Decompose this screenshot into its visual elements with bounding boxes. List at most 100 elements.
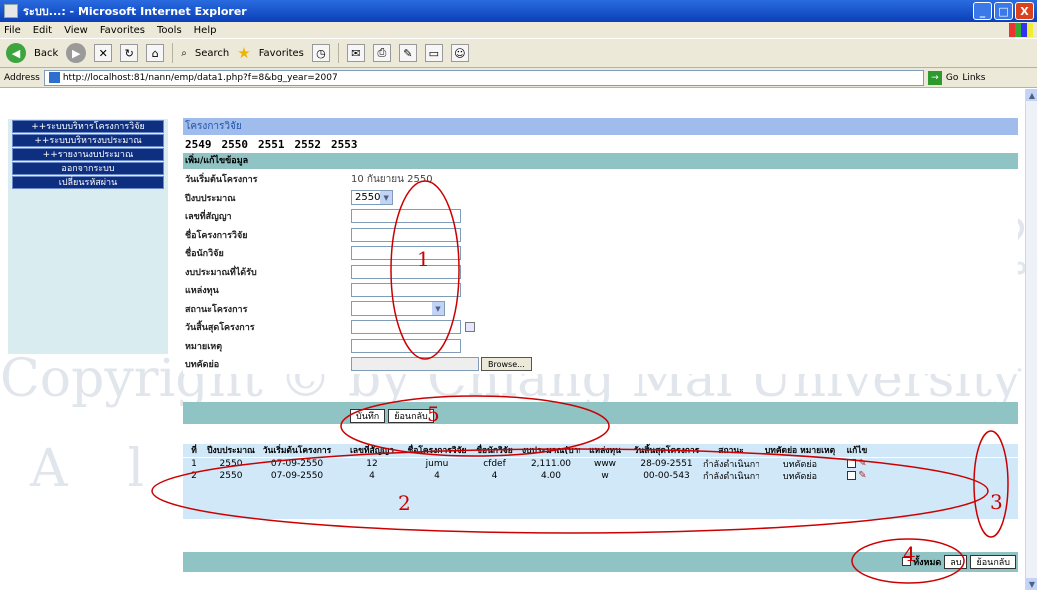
maximize-button[interactable]: □ <box>994 2 1013 20</box>
year-link-2553[interactable]: 2553 <box>331 138 358 151</box>
sidebar: ++ระบบบริหารโครงการวิจัย ++ระบบบริหารงบป… <box>8 119 168 354</box>
annotation-label-1: 1 <box>417 247 430 271</box>
project-form: วันเริ่มต้นโครงการ 10 กันยายน 2550 ปีงบป… <box>183 169 1018 374</box>
abstract-link[interactable]: บทคัดย่อ <box>759 469 841 483</box>
vertical-scrollbar[interactable]: ▲ ▼ <box>1025 89 1037 590</box>
back-label[interactable]: Back <box>34 48 58 59</box>
pencil-icon[interactable]: ✎ <box>858 458 866 469</box>
status-select[interactable]: ▼ <box>351 301 445 317</box>
chevron-down-icon[interactable]: ▼ <box>380 191 392 205</box>
menu-file[interactable]: File <box>4 25 21 36</box>
abstract-label: บทคัดย่อ <box>185 360 220 371</box>
form-row: บทคัดย่อ Browse... <box>183 355 1018 374</box>
contract-no-input[interactable] <box>351 209 461 224</box>
sidebar-item-project-mgmt[interactable]: ++ระบบบริหารโครงการวิจัย <box>12 120 164 133</box>
year-link-2549[interactable]: 2549 <box>185 138 212 151</box>
researcher-input[interactable] <box>351 246 461 261</box>
messenger-icon[interactable]: ☺ <box>450 44 469 62</box>
menu-favorites[interactable]: Favorites <box>100 25 145 36</box>
col-header: วันสิ้นสุดโครงการ <box>633 446 700 456</box>
form-row: เลขที่สัญญา <box>183 207 1018 226</box>
researcher-label: ชื่อนักวิจัย <box>185 249 224 260</box>
table-row: 1 2550 07-09-2550 12 jumu cfdef 2,111.00… <box>183 458 1018 470</box>
go-arrow-icon[interactable]: → <box>927 70 942 85</box>
abstract-file-input[interactable] <box>351 357 479 372</box>
scroll-down-icon[interactable]: ▼ <box>1026 578 1037 590</box>
search-label[interactable]: Search <box>195 48 229 59</box>
browse-button[interactable]: Browse... <box>481 357 532 372</box>
history-icon[interactable]: ◷ <box>311 44 330 62</box>
year-link-2550[interactable]: 2550 <box>222 138 249 151</box>
windows-logo-icon <box>1009 23 1033 37</box>
form-row: วันสิ้นสุดโครงการ <box>183 318 1018 337</box>
annotation-label-5: 5 <box>427 402 440 426</box>
table-row: 2 2550 07-09-2550 4 4 4 4.00 w 00-00-543… <box>183 470 1018 482</box>
minimize-button[interactable]: _ <box>973 2 992 20</box>
address-input[interactable]: http://localhost:81/nann/emp/data1.php?f… <box>43 69 924 86</box>
cell: cfdef <box>483 458 506 469</box>
folder-icon[interactable]: ▭ <box>424 44 443 62</box>
cell: 2550 <box>219 458 243 469</box>
calendar-icon[interactable] <box>465 322 475 333</box>
cell: jumu <box>425 458 449 469</box>
close-button[interactable]: X <box>1015 2 1034 20</box>
year-link-2551[interactable]: 2551 <box>258 138 285 151</box>
address-label: Address <box>4 72 40 83</box>
go-button[interactable]: Go <box>946 73 958 83</box>
window-title: ระบบ...: - Microsoft Internet Explorer <box>23 5 247 18</box>
cell: w <box>601 470 609 481</box>
pencil-icon[interactable]: ✎ <box>858 470 866 481</box>
stop-icon[interactable]: ✕ <box>94 44 113 62</box>
end-date-input[interactable] <box>351 320 461 335</box>
sidebar-item-budget-mgmt[interactable]: ++ระบบบริหารงบประมาณ <box>12 134 164 147</box>
cell: 4 <box>491 470 498 481</box>
favorites-label[interactable]: Favorites <box>259 48 304 59</box>
menu-help[interactable]: Help <box>194 25 217 36</box>
favorites-star-icon[interactable]: ★ <box>237 44 250 62</box>
page-content: ลิขสิทธิ์มหาวิทยาลัยเชียงใหม่ Copyright … <box>0 89 1025 590</box>
edit-icon[interactable]: ✎ <box>398 44 417 62</box>
menu-tools[interactable]: Tools <box>157 25 182 36</box>
cell: 12 <box>366 458 378 469</box>
funding-input[interactable] <box>351 283 461 298</box>
mail-icon[interactable]: ✉ <box>346 44 365 62</box>
home-icon[interactable]: ⌂ <box>146 44 165 62</box>
browser-window: ระบบ...: - Microsoft Internet Explorer _… <box>0 0 1037 590</box>
select-all-label: ทั้งหมด <box>913 557 942 568</box>
col-header: วันเริ่มต้นโครงการ <box>262 446 332 456</box>
cell: 4.00 <box>540 470 562 481</box>
links-button[interactable]: Links <box>962 73 985 83</box>
back-arrow-icon[interactable]: ◀ <box>6 43 26 63</box>
annotation-label-2: 2 <box>398 491 411 515</box>
note-label: หมายเหตุ <box>185 341 223 352</box>
menu-edit[interactable]: Edit <box>33 25 52 36</box>
forward-arrow-icon[interactable]: ▶ <box>66 43 87 63</box>
refresh-icon[interactable]: ↻ <box>120 44 139 62</box>
sidebar-item-budget-report[interactable]: ++รายงานงบประมาณ <box>12 148 164 161</box>
form-row: วันเริ่มต้นโครงการ 10 กันยายน 2550 <box>183 170 1018 189</box>
print-icon[interactable]: ⎙ <box>372 44 391 62</box>
chevron-down-icon[interactable]: ▼ <box>432 302 444 316</box>
page-icon <box>48 72 60 83</box>
menu-bar: File Edit View Favorites Tools Help <box>0 22 1037 38</box>
year-links: 2549 2550 2551 2552 2553 <box>183 135 1018 153</box>
col-header: ชื่อนักวิจัย <box>476 446 513 456</box>
row-checkbox[interactable] <box>847 471 857 480</box>
address-url[interactable]: http://localhost:81/nann/emp/data1.php?f… <box>63 73 338 83</box>
scroll-up-icon[interactable]: ▲ <box>1026 89 1037 101</box>
bottom-back-button[interactable]: ย้อนกลับ <box>970 554 1016 569</box>
row-checkbox[interactable] <box>847 459 857 468</box>
search-icon[interactable]: ⌕ <box>181 48 187 59</box>
note-input[interactable] <box>351 338 461 353</box>
project-name-input[interactable] <box>351 227 461 242</box>
save-button[interactable]: บันทึก <box>350 408 386 423</box>
sidebar-item-logout[interactable]: ออกจากระบบ <box>12 162 164 175</box>
menu-view[interactable]: View <box>64 25 88 36</box>
sidebar-item-change-password[interactable]: เปลี่ยนรหัสผ่าน <box>12 176 164 189</box>
budget-input[interactable] <box>351 264 461 279</box>
delete-button[interactable]: ลบ <box>944 554 968 569</box>
toolbar-divider <box>337 43 339 63</box>
budget-year-select[interactable]: 2550 ▼ <box>351 190 393 206</box>
cell: 1 <box>191 458 197 469</box>
year-link-2552[interactable]: 2552 <box>295 138 322 151</box>
